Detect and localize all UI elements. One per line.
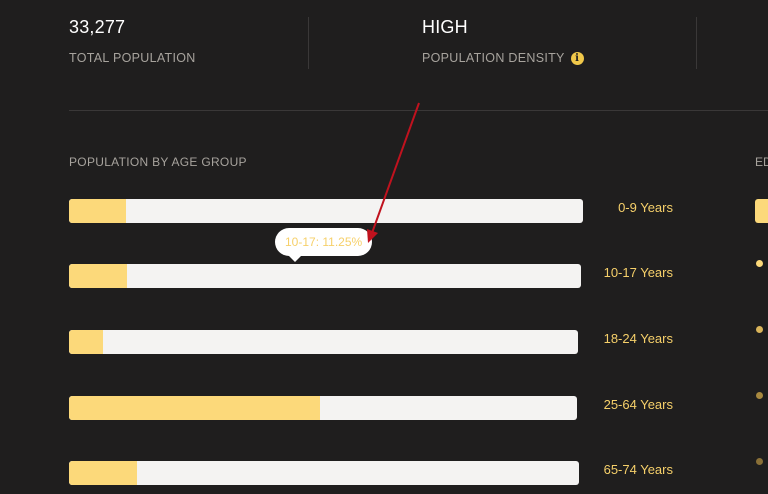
population-density-value: HIGH [422,17,468,37]
total-population-value: 33,277 [69,17,126,37]
age-bar-25-64[interactable] [69,396,577,420]
right-section-title: ED [755,155,768,169]
age-bar-label: 0-9 Years [618,200,673,215]
age-bar-fill [69,264,127,288]
total-population-label: TOTAL POPULATION [69,51,196,65]
legend-dot [756,260,763,267]
legend-dot [756,392,763,399]
age-bar-65-74[interactable] [69,461,579,485]
legend-dot [756,458,763,465]
population-density-label: POPULATION DENSITY [422,51,565,65]
stat-divider [308,17,309,69]
age-bar-label: 10-17 Years [603,265,673,280]
age-bar-0-9[interactable] [69,199,583,223]
info-icon[interactable]: i [570,52,584,66]
age-bar-label: 25-64 Years [603,397,673,412]
stat-divider [696,17,697,69]
right-bar-fill [755,199,768,223]
age-bar-fill [69,396,320,420]
age-bar-18-24[interactable] [69,330,578,354]
age-group-title: POPULATION BY AGE GROUP [69,155,247,169]
age-bar-label: 18-24 Years [603,331,673,346]
age-bar-fill [69,330,104,354]
bar-tooltip: 10-17: 11.25% [275,228,373,262]
age-bar-fill [69,199,126,223]
right-section-clip: ED [753,0,768,494]
age-bar-10-17[interactable] [69,264,581,288]
population-density-label-row: POPULATION DENSITY i [422,51,584,66]
age-bar-fill [69,461,137,485]
age-bar-label: 65-74 Years [603,462,673,477]
section-divider [69,110,768,111]
legend-dot [756,326,763,333]
